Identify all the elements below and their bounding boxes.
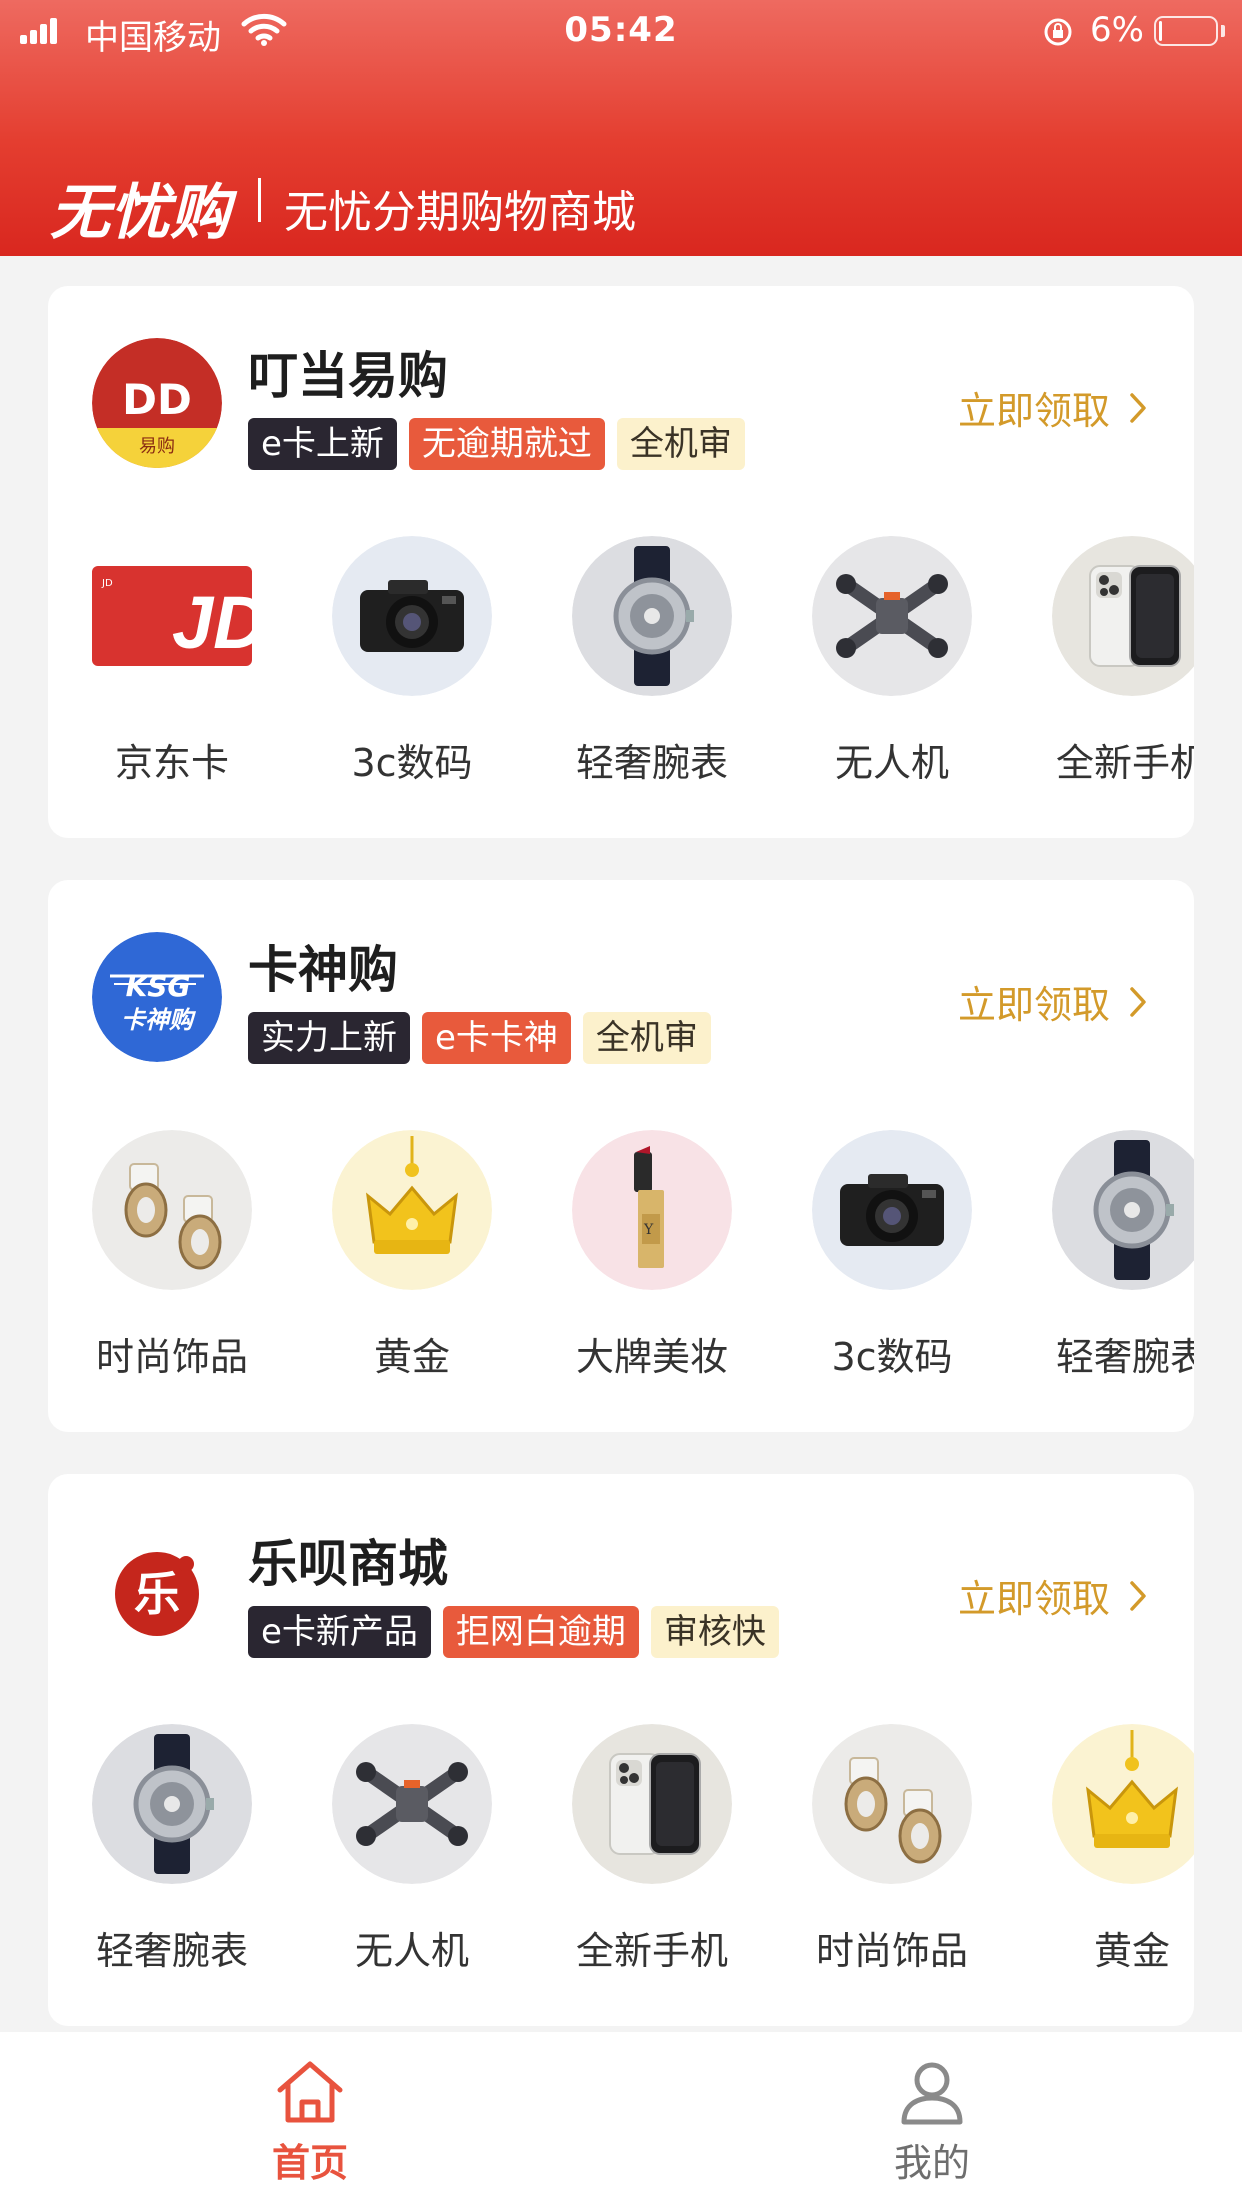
lebei-logo: 乐 <box>92 1526 222 1656</box>
product-label: 大牌美妆 <box>575 1335 728 1379</box>
svg-text:Y: Y <box>643 1222 654 1238</box>
claim-button[interactable]: 立即领取 <box>958 380 1148 435</box>
gold-crown-image <box>1052 1724 1194 1884</box>
svg-text:卡神购: 卡神购 <box>121 1006 197 1034</box>
shop-tag: e卡上新 <box>248 418 397 470</box>
claim-button[interactable]: 立即领取 <box>958 974 1148 1029</box>
product-label: 轻奢腕表 <box>95 1929 248 1973</box>
tab-mine-label: 我的 <box>893 2141 970 2185</box>
orientation-lock-icon <box>1044 18 1072 46</box>
svg-text:DD: DD <box>122 375 192 424</box>
drone-image <box>332 1724 492 1884</box>
tab-home-label: 首页 <box>271 2141 348 2185</box>
shop-name: 乐呗商城 <box>248 1535 448 1593</box>
svg-text:易购: 易购 <box>139 436 175 457</box>
battery-percent: 6% <box>1090 10 1144 50</box>
product-label: 全新手机 <box>1055 741 1194 785</box>
shop-tag: e卡卡神 <box>422 1012 571 1064</box>
chevron-right-icon <box>1130 986 1146 1017</box>
header-subtitle: 无忧分期购物商城 <box>284 187 636 238</box>
shop-tags: 实力上新 e卡卡神 全机审 <box>248 1012 711 1064</box>
earrings-image <box>92 1130 252 1290</box>
product-label: 3c数码 <box>831 1335 953 1379</box>
shop-tag: 拒网白逾期 <box>442 1606 639 1658</box>
gold-crown-image <box>332 1130 492 1290</box>
product-label: 3c数码 <box>351 741 473 785</box>
shop-tag: 全机审 <box>616 418 745 470</box>
product-label: 京东卡 <box>114 741 229 785</box>
drone-image <box>812 536 972 696</box>
watch-image <box>92 1724 252 1884</box>
chevron-right-icon <box>1130 1580 1146 1611</box>
shop-tag: 实力上新 <box>248 1012 410 1064</box>
svg-text:KSG: KSG <box>126 970 191 1003</box>
bottom-tab-bar: 首页 我的 <box>0 2032 1242 2208</box>
tab-home[interactable]: 首页 <box>200 2032 420 2208</box>
claim-button[interactable]: 立即领取 <box>958 1568 1148 1623</box>
header-divider <box>258 178 261 222</box>
home-icon <box>277 2061 343 2123</box>
product-label: 轻奢腕表 <box>1055 1335 1194 1379</box>
product-label: 无人机 <box>354 1929 469 1973</box>
claim-label: 立即领取 <box>957 389 1110 433</box>
product-carousel[interactable]: 时尚饰品 黄金 Y 大牌美妆 3c数码 轻奢腕表 <box>92 1130 1194 1390</box>
status-bar: 中国移动 05:42 6% <box>0 0 1242 64</box>
product-label: 无人机 <box>834 741 949 785</box>
brand-logo-text: 无忧购 <box>50 178 230 248</box>
camera-image <box>812 1130 972 1290</box>
shop-tags: e卡上新 无逾期就过 全机审 <box>248 418 745 470</box>
app-header: 中国移动 05:42 6% 无忧购 无忧分期购物商城 <box>0 0 1242 256</box>
phone-image <box>572 1724 732 1884</box>
battery-icon <box>1154 16 1218 46</box>
dingdang-logo: DD 易购 <box>92 338 222 468</box>
claim-label: 立即领取 <box>957 1577 1110 1621</box>
svg-text:JD: JD <box>101 578 113 589</box>
kashen-logo: KSG 卡神购 <box>92 932 222 1062</box>
shop-tag: e卡新产品 <box>248 1606 431 1658</box>
shop-tags: e卡新产品 拒网白逾期 审核快 <box>248 1606 779 1658</box>
user-icon <box>901 2062 963 2125</box>
product-carousel[interactable]: JD JD 京东卡 3c数码 轻奢腕表 无人机 全新手机 <box>92 536 1194 796</box>
shop-tag: 全机审 <box>582 1012 711 1064</box>
shop-name: 卡神购 <box>248 941 398 999</box>
shop-card[interactable]: KSG 卡神购 卡神购 实力上新 e卡卡神 全机审 立即领取 时尚饰品 黄金 Y 大牌美妆 3c数码轻… <box>48 880 1194 1432</box>
chevron-right-icon <box>1130 392 1146 423</box>
earrings-image <box>812 1724 972 1884</box>
product-label: 黄金 <box>373 1335 450 1379</box>
product-label: 全新手机 <box>575 1929 728 1973</box>
shop-tag: 无逾期就过 <box>408 418 605 470</box>
product-label: 时尚饰品 <box>95 1335 248 1379</box>
shop-tag: 审核快 <box>650 1606 779 1658</box>
product-label: 黄金 <box>1093 1929 1170 1973</box>
product-carousel[interactable]: 轻奢腕表 无人机 全新手机 时尚饰品 黄金 <box>92 1724 1194 1984</box>
shop-card[interactable]: 乐 乐呗商城 e卡新产品 拒网白逾期 审核快 立即领取轻奢腕表 无人机 全新手机 时尚饰品 黄金 <box>48 1474 1194 2026</box>
svg-text:JD: JD <box>172 581 252 664</box>
shop-card[interactable]: DD 易购 叮当易购 e卡上新无逾期就过全机审 立即领取 JD JD 京东卡 3c数码 轻奢腕表 无… <box>48 286 1194 838</box>
lipstick-image: Y <box>572 1130 732 1290</box>
camera-image <box>332 536 492 696</box>
watch-image <box>1052 1130 1194 1290</box>
product-label: 轻奢腕表 <box>575 741 728 785</box>
phone-image <box>1052 536 1194 696</box>
claim-label: 立即领取 <box>957 983 1110 1027</box>
product-label: 时尚饰品 <box>815 1929 968 1973</box>
svg-text:乐: 乐 <box>134 1567 180 1621</box>
watch-image <box>572 536 732 696</box>
tab-mine[interactable]: 我的 <box>822 2032 1042 2208</box>
jd-card-image: JD JD <box>92 536 252 696</box>
shop-name: 叮当易购 <box>248 347 448 405</box>
